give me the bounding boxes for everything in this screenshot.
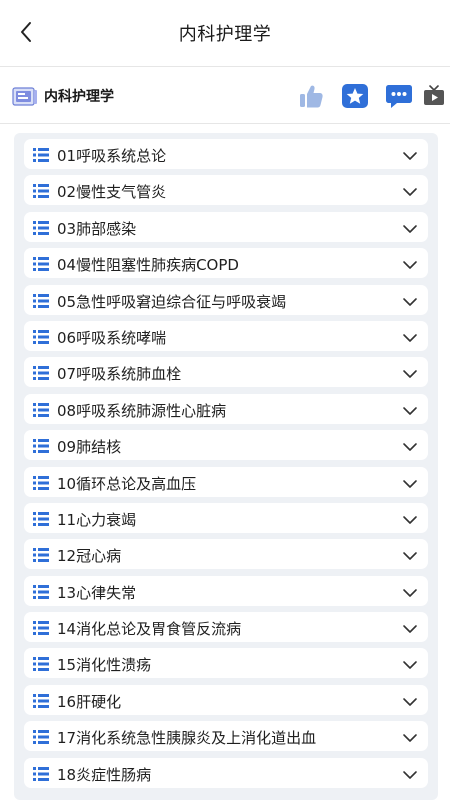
chapter-label: 11心力衰竭 — [57, 510, 137, 529]
chapter-item[interactable]: 07呼吸系统肺血栓 — [24, 357, 428, 388]
chapter-item[interactable]: 04慢性阻塞性肺疾病COPD — [24, 248, 428, 279]
list-icon — [33, 256, 49, 272]
chapter-item[interactable]: 05急性呼吸窘迫综合征与呼吸衰竭 — [24, 284, 428, 315]
chevron-down-icon[interactable] — [402, 329, 418, 342]
list-icon — [33, 183, 49, 199]
chapter-item[interactable]: 18炎症性肠病 — [24, 757, 428, 788]
chevron-down-icon[interactable] — [402, 402, 418, 415]
tv-icon — [424, 85, 444, 105]
chapter-label: 06呼吸系统哮喘 — [57, 328, 167, 347]
chapter-item[interactable]: 06呼吸系统哮喘 — [24, 320, 428, 351]
list-icon — [33, 475, 49, 490]
chevron-down-icon[interactable] — [402, 547, 418, 561]
chapter-label: 10循环总论及高血压 — [57, 474, 197, 493]
chevron-down-icon[interactable] — [402, 220, 418, 233]
chevron-down-icon[interactable] — [402, 729, 418, 743]
star-icon — [342, 84, 368, 108]
book-icon — [12, 87, 37, 106]
list-icon — [33, 729, 49, 745]
chevron-down-icon[interactable] — [402, 438, 418, 451]
list-icon — [33, 293, 49, 308]
chapter-label: 17消化系统急性胰腺炎及上消化道出血 — [57, 729, 317, 748]
comment-button[interactable] — [384, 81, 414, 111]
chevron-down-icon[interactable] — [402, 365, 418, 379]
chapter-label: 02慢性支气管炎 — [57, 183, 167, 202]
chat-bubble-icon — [386, 85, 412, 108]
chapter-label: 14消化总论及胃食管反流病 — [57, 620, 242, 639]
chevron-down-icon[interactable] — [402, 183, 418, 197]
chapter-label: 15消化性溃疡 — [57, 656, 152, 675]
video-button[interactable] — [420, 81, 448, 111]
chevron-down-icon[interactable] — [402, 656, 418, 670]
chapter-item[interactable]: 13心律失常 — [24, 575, 428, 606]
chevron-down-icon[interactable] — [402, 693, 418, 706]
chapter-item[interactable]: 14消化总论及胃食管反流病 — [24, 612, 428, 643]
chapter-item[interactable]: 02慢性支气管炎 — [24, 175, 428, 206]
list-icon — [33, 365, 49, 381]
chapter-label: 12冠心病 — [57, 547, 122, 566]
chevron-down-icon[interactable] — [402, 766, 418, 779]
list-icon — [33, 402, 49, 417]
chapter-label: 05急性呼吸窘迫综合征与呼吸衰竭 — [57, 292, 287, 311]
chevron-down-icon[interactable] — [402, 256, 418, 269]
chapter-label: 01呼吸系统总论 — [57, 147, 167, 165]
chevron-down-icon[interactable] — [402, 147, 418, 160]
chapter-label: 13心律失常 — [57, 583, 137, 602]
course-header: 内科护理学 — [0, 66, 450, 124]
list-icon — [33, 620, 49, 636]
chapter-item[interactable]: 15消化性溃疡 — [24, 648, 428, 679]
chapter-item[interactable]: 08呼吸系统肺源性心脏病 — [24, 393, 428, 424]
list-icon — [33, 584, 49, 599]
chapter-label: 09肺结核 — [57, 438, 122, 457]
thumbs-up-icon — [300, 85, 323, 108]
chevron-down-icon[interactable] — [402, 293, 418, 306]
course-name: 内科护理学 — [44, 89, 114, 105]
favorite-button[interactable] — [340, 81, 370, 111]
chapter-item[interactable]: 10循环总论及高血压 — [24, 466, 428, 497]
list-icon — [33, 693, 49, 708]
chapter-label: 07呼吸系统肺血栓 — [57, 365, 182, 384]
page-title: 内科护理学 — [178, 24, 272, 45]
chapter-label: 16肝硬化 — [57, 692, 122, 711]
chapter-item[interactable]: 17消化系统急性胰腺炎及上消化道出血 — [24, 721, 428, 752]
chevron-down-icon[interactable] — [402, 584, 418, 597]
chapter-label: 04慢性阻塞性肺疾病COPD — [57, 256, 239, 275]
chapter-item[interactable]: 11心力衰竭 — [24, 502, 428, 533]
list-icon — [33, 656, 49, 672]
chapter-label: 03肺部感染 — [57, 219, 137, 238]
list-icon — [33, 438, 49, 454]
chapter-item[interactable]: 03肺部感染 — [24, 211, 428, 242]
nav-bar: 内科护理学 — [0, 0, 450, 66]
list-icon — [33, 220, 49, 235]
chapter-label: 18炎症性肠病 — [57, 765, 152, 784]
chevron-down-icon[interactable] — [402, 475, 418, 488]
chapter-label: 08呼吸系统肺源性心脏病 — [57, 401, 227, 420]
chapter-item[interactable]: 09肺结核 — [24, 430, 428, 461]
chevron-down-icon[interactable] — [402, 620, 418, 633]
list-icon — [33, 511, 49, 526]
list-icon — [33, 329, 49, 344]
list-icon — [33, 766, 49, 781]
chapter-list-panel: 01呼吸系统总论 02慢性支气管炎 03肺部感染 04慢性阻塞性肺疾病COPD 05急性… — [14, 133, 438, 800]
like-button[interactable] — [296, 81, 326, 111]
chapter-item[interactable]: 01呼吸系统总论 — [24, 139, 428, 169]
list-icon — [33, 147, 49, 162]
chapter-item[interactable]: 16肝硬化 — [24, 684, 428, 715]
chapter-list: 01呼吸系统总论 02慢性支气管炎 03肺部感染 04慢性阻塞性肺疾病COPD 05急性… — [24, 139, 428, 794]
chevron-down-icon[interactable] — [402, 511, 418, 524]
list-icon — [33, 547, 49, 563]
chapter-item[interactable]: 12冠心病 — [24, 539, 428, 570]
